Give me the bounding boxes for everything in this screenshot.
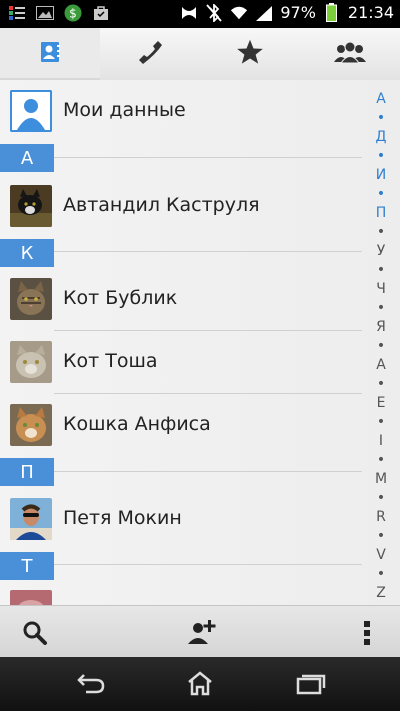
navigation-bar — [0, 657, 400, 711]
recent-apps-icon[interactable] — [296, 673, 326, 699]
alphabet-index-entry[interactable]: • — [370, 261, 392, 280]
contact-photo — [10, 404, 52, 446]
search-icon[interactable] — [22, 620, 48, 650]
alphabet-index-entry[interactable]: • — [370, 223, 392, 242]
alphabet-index[interactable]: А•Д•И•П•У•Ч•Я•A•E•I•M•R•V•Z# — [370, 90, 392, 622]
alphabet-index-entry[interactable]: R — [370, 508, 392, 527]
alphabet-index-entry[interactable]: • — [370, 337, 392, 356]
section-header-a: А — [0, 144, 54, 172]
action-bar — [0, 605, 400, 658]
alphabet-index-entry[interactable]: У — [370, 242, 392, 261]
alphabet-index-entry[interactable]: • — [370, 413, 392, 432]
contact-row[interactable] — [0, 580, 362, 605]
contact-row[interactable]: Кошка Анфиса — [0, 394, 362, 456]
wifi-icon — [230, 4, 248, 22]
contact-photo — [10, 185, 52, 227]
contact-name: Петя Мокин — [63, 507, 182, 529]
contact-photo — [10, 590, 52, 605]
alphabet-index-entry[interactable]: А — [370, 90, 392, 109]
add-contact-icon[interactable] — [186, 618, 218, 650]
alphabet-index-entry[interactable]: • — [370, 109, 392, 128]
alphabet-index-entry[interactable]: • — [370, 147, 392, 166]
alphabet-index-entry[interactable]: • — [370, 299, 392, 318]
divider — [54, 564, 362, 565]
contact-name: Кот Бублик — [63, 287, 178, 309]
alphabet-index-entry[interactable]: Я — [370, 318, 392, 337]
contact-photo — [10, 498, 52, 540]
alphabet-index-entry[interactable]: И — [370, 166, 392, 185]
alphabet-index-entry[interactable]: • — [370, 375, 392, 394]
default-avatar — [10, 90, 52, 132]
alphabet-index-entry[interactable]: • — [370, 489, 392, 508]
divider — [54, 157, 362, 158]
alphabet-index-entry[interactable]: • — [370, 565, 392, 584]
battery-icon — [323, 3, 341, 22]
status-bar: $ 97% 21:34 — [0, 0, 400, 28]
tab-bar — [0, 28, 400, 81]
contact-row[interactable]: Автандил Каструля — [0, 175, 362, 237]
alphabet-index-entry[interactable]: Ч — [370, 280, 392, 299]
alphabet-index-entry[interactable]: Z — [370, 584, 392, 603]
alphabet-index-entry[interactable]: A — [370, 356, 392, 375]
alphabet-index-entry[interactable]: • — [370, 527, 392, 546]
alphabet-index-entry[interactable]: V — [370, 546, 392, 565]
contact-list[interactable]: Мои данные А Автандил Каструля К Кот Буб… — [0, 80, 400, 605]
back-icon[interactable] — [76, 672, 106, 698]
battery-percent: 97% — [280, 3, 316, 22]
group-icon — [333, 40, 367, 68]
contact-row[interactable]: Кот Тоша — [0, 331, 362, 393]
my-profile-name: Мои данные — [63, 99, 186, 121]
contact-card-icon — [38, 40, 62, 68]
contact-name: Кошка Анфиса — [63, 413, 211, 435]
money-app-icon: $ — [64, 4, 82, 22]
divider — [54, 471, 362, 472]
contact-row[interactable]: Кот Бублик — [0, 268, 362, 330]
alphabet-index-entry[interactable]: M — [370, 470, 392, 489]
tab-phone[interactable] — [100, 28, 200, 80]
contact-photo — [10, 278, 52, 320]
notification-list-icon — [8, 4, 26, 22]
clock: 21:34 — [347, 3, 394, 22]
alphabet-index-entry[interactable]: П — [370, 204, 392, 223]
divider — [54, 251, 362, 252]
section-header-k: К — [0, 239, 54, 267]
shopping-bag-icon — [92, 4, 110, 22]
contact-name: Кот Тоша — [63, 350, 158, 372]
overflow-menu-icon[interactable] — [362, 620, 372, 650]
alphabet-index-entry[interactable]: • — [370, 451, 392, 470]
nfc-icon — [180, 4, 198, 22]
svg-text:$: $ — [69, 7, 77, 21]
contact-name: Автандил Каструля — [63, 194, 260, 216]
star-icon — [236, 38, 264, 70]
home-icon[interactable] — [186, 670, 214, 700]
alphabet-index-entry[interactable]: Д — [370, 128, 392, 147]
my-profile-row[interactable]: Мои данные — [0, 80, 362, 142]
section-header-p: П — [0, 458, 54, 486]
alphabet-index-entry[interactable]: I — [370, 432, 392, 451]
contact-photo — [10, 341, 52, 383]
section-header-t: Т — [0, 552, 54, 580]
phone-handset-icon — [136, 38, 164, 70]
alphabet-index-entry[interactable]: • — [370, 185, 392, 204]
bluetooth-off-icon — [205, 3, 223, 22]
gallery-icon — [36, 4, 54, 22]
tab-contacts[interactable] — [0, 28, 100, 80]
contact-row[interactable]: Петя Мокин — [0, 488, 362, 550]
tab-groups[interactable] — [300, 28, 400, 80]
signal-icon — [255, 4, 273, 22]
tab-favorites[interactable] — [200, 28, 300, 80]
alphabet-index-entry[interactable]: E — [370, 394, 392, 413]
